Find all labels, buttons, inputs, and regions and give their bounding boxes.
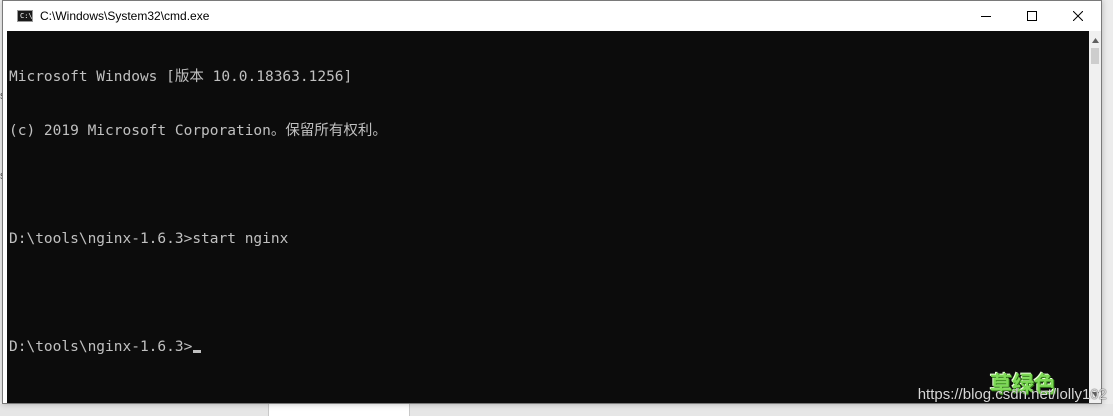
close-icon	[1073, 11, 1083, 21]
console-line: D:\tools\nginx-1.6.3>start nginx	[9, 231, 289, 247]
background-taskbar-strip	[0, 404, 1113, 416]
console-output[interactable]: Microsoft Windows [版本 10.0.18363.1256] (…	[7, 31, 1089, 403]
chevron-up-icon	[1091, 37, 1099, 43]
background-panel	[268, 404, 410, 416]
console-line: (c) 2019 Microsoft Corporation。保留所有权利。	[9, 123, 387, 139]
vertical-scrollbar[interactable]	[1089, 31, 1101, 403]
cmd-icon[interactable]: C:\	[17, 10, 33, 22]
minimize-icon	[981, 16, 991, 17]
window-controls	[963, 1, 1101, 31]
watermark-url: https://blog.csdn.net/lolly102	[917, 386, 1107, 403]
cmd-window[interactable]: C:\ C:\Windows\System32\cmd.exe Microsof…	[2, 0, 1102, 404]
console-prompt-line[interactable]: D:\tools\nginx-1.6.3>	[9, 338, 1089, 356]
scrollbar-thumb[interactable]	[1091, 48, 1099, 64]
close-button[interactable]	[1055, 1, 1101, 31]
console-line: Microsoft Windows [版本 10.0.18363.1256]	[9, 69, 353, 85]
text-cursor	[193, 350, 202, 353]
maximize-icon	[1027, 11, 1037, 21]
maximize-button[interactable]	[1009, 1, 1055, 31]
window-title: C:\Windows\System32\cmd.exe	[40, 9, 210, 23]
scroll-up-button[interactable]	[1089, 33, 1101, 47]
minimize-button[interactable]	[963, 1, 1009, 31]
console-prompt: D:\tools\nginx-1.6.3>	[9, 339, 193, 355]
title-bar[interactable]: C:\ C:\Windows\System32\cmd.exe	[3, 1, 1101, 31]
